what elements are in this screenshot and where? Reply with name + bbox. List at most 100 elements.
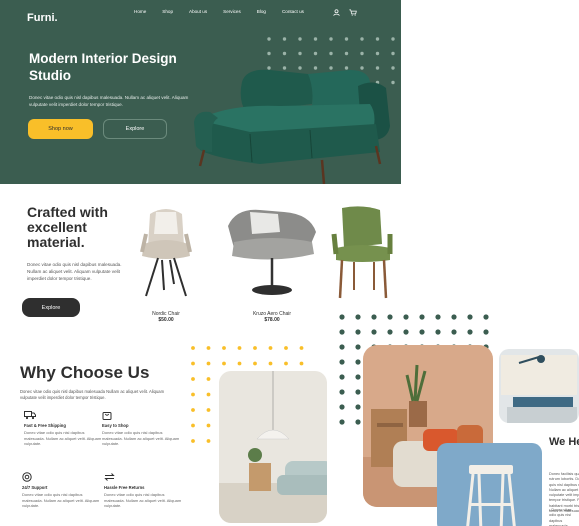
kruzo-chair-image [228, 209, 316, 295]
pattern-dot [206, 423, 211, 428]
pattern-dot [387, 329, 393, 335]
pattern-dot [206, 346, 211, 350]
pattern-dot [435, 314, 441, 320]
feature-item: Easy to Shop Donec vitae odio quis nisl … [102, 410, 180, 447]
product-price: $50.00 [158, 317, 174, 323]
product-card[interactable] [328, 204, 398, 309]
feature-title: 24/7 Support [22, 485, 48, 490]
cart-icon[interactable] [349, 9, 357, 16]
nav-blog[interactable]: Blog [257, 9, 266, 14]
pattern-dot [467, 314, 473, 320]
pattern-dot [329, 37, 333, 41]
pattern-dot [339, 419, 345, 425]
nav-about[interactable]: About us [189, 9, 207, 14]
sofa-image [194, 69, 390, 184]
pattern-dot [344, 37, 349, 41]
pattern-dot [313, 51, 318, 56]
pattern-dot [267, 51, 271, 56]
nav-contact[interactable]: Contact us [282, 9, 304, 14]
pattern-dot [339, 329, 345, 335]
pattern-dot [191, 439, 195, 443]
nav-icons [333, 9, 357, 16]
nav-services[interactable]: Services [223, 9, 241, 14]
pattern-dot [360, 51, 364, 56]
feature-item: Fast & Free Shipping Donec vitae odio qu… [24, 410, 102, 447]
shop-now-button[interactable]: Shop now [28, 119, 93, 139]
pattern-dot [222, 346, 226, 350]
office-image [499, 349, 579, 423]
list-item: • Donec vitae odio quis nisl dapibus mal… [549, 508, 572, 526]
pattern-dot [282, 51, 287, 56]
pattern-dot [371, 329, 377, 335]
pattern-dot [451, 314, 457, 320]
pattern-dot [339, 344, 345, 350]
pattern-dot [282, 37, 287, 41]
pattern-dot [483, 314, 489, 320]
hero-section: Furni. Home Shop About us Services Blog … [0, 0, 401, 184]
pattern-dot [222, 361, 226, 366]
pattern-dot [371, 314, 377, 320]
crafted-explore-button[interactable]: Explore [22, 298, 80, 317]
pattern-dot [339, 374, 345, 380]
hero-explore-button[interactable]: Explore [103, 119, 167, 139]
product-price: $78.00 [264, 317, 280, 323]
pattern-dot [355, 329, 361, 335]
support-icon [22, 472, 32, 482]
pattern-dot [360, 37, 364, 41]
list-item-text: Donec vitae odio quis nisl dapibus males… [549, 508, 572, 526]
pattern-dot [387, 314, 393, 320]
page: Furni. Home Shop About us Services Blog … [0, 0, 579, 526]
pattern-dot [253, 346, 257, 350]
pattern-dot [299, 361, 304, 366]
pattern-dot [355, 389, 361, 395]
feature-text: Donec vitae odio quis nisl dapibus males… [102, 430, 180, 446]
nordic-chair-image [140, 209, 192, 297]
pattern-dot [299, 346, 304, 350]
green-chair-image [331, 206, 393, 299]
product-card[interactable]: Kruzo Aero Chair $78.00 [220, 204, 324, 323]
pattern-dot [206, 408, 211, 412]
pattern-dot [206, 439, 211, 443]
feature-title: Hassle Free Returns [104, 485, 145, 490]
pattern-dot [253, 361, 257, 366]
product-card[interactable]: Nordic Chair $50.00 [128, 204, 204, 323]
pattern-dot [237, 361, 242, 366]
pattern-dot [284, 346, 288, 350]
user-icon[interactable] [333, 9, 340, 16]
pattern-dot [268, 361, 273, 366]
pattern-dot [298, 37, 302, 41]
pattern-dot [268, 346, 273, 350]
hero-description: Donec vitae odio quis nisl dapibus males… [29, 95, 189, 107]
interior-title: We Help You Make Modern Interior Design [549, 436, 579, 448]
pattern-dot [355, 374, 361, 380]
pattern-dot [329, 51, 333, 56]
pattern-dot [206, 361, 211, 366]
pattern-dot [191, 423, 195, 428]
return-icon [104, 473, 115, 481]
pattern-dot [191, 346, 195, 350]
bag-icon [102, 412, 112, 420]
pattern-dot [391, 51, 395, 56]
nav-shop[interactable]: Shop [162, 9, 173, 14]
nav-home[interactable]: Home [134, 9, 146, 14]
hero-title: Modern Interior Design Studio [29, 51, 177, 83]
pattern-dot [403, 329, 409, 335]
pattern-dot [191, 377, 195, 381]
pattern-dot [206, 392, 211, 397]
pattern-dot [206, 377, 211, 381]
pattern-dot [355, 344, 361, 350]
crafted-title: Crafted with excellent material. [27, 204, 108, 250]
pattern-dot [339, 404, 345, 410]
pattern-dot [419, 314, 425, 320]
main-nav: Home Shop About us Services Blog Contact… [134, 9, 320, 14]
pattern-dot [298, 51, 302, 56]
feature-text: Donec vitae odio quis nisl dapibus males… [22, 492, 100, 508]
pattern-dot [191, 408, 195, 412]
logo[interactable]: Furni. [27, 12, 58, 24]
pattern-dot [191, 392, 195, 397]
feature-text: Donec vitae odio quis nisl dapibus males… [104, 492, 182, 508]
interior-list: • Donec vitae odio quis nisl dapibus mal… [549, 508, 579, 526]
pattern-dot [391, 37, 395, 41]
feature-item: 24/7 Support Donec vitae odio quis nisl … [22, 472, 100, 509]
feature-text: Donec vitae odio quis nisl dapibus males… [24, 430, 102, 446]
